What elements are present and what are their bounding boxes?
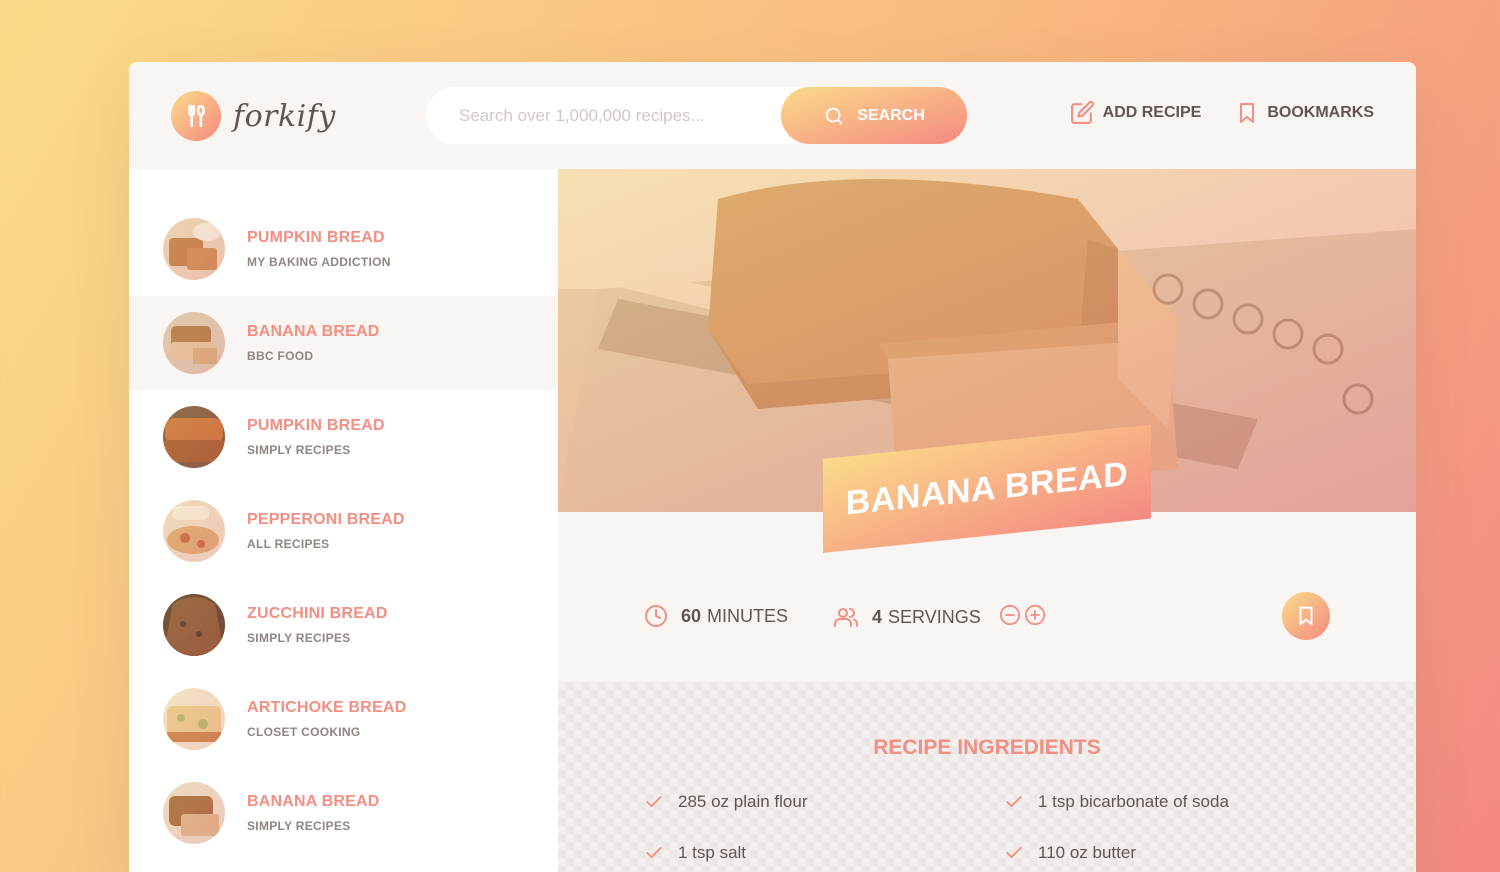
add-recipe-button[interactable]: Add recipe xyxy=(1070,100,1202,125)
result-text: Zucchini Bread Simply Recipes xyxy=(247,605,388,645)
ingredient-text: 1 tsp bicarbonate of soda xyxy=(1038,792,1229,811)
result-item-active[interactable]: Banana Bread BBC Food xyxy=(129,296,558,390)
result-title: Pepperoni Bread xyxy=(247,511,405,528)
result-item[interactable]: Zucchini Bread Simply Recipes xyxy=(129,578,558,672)
header: forkify Search Add recipe xyxy=(129,62,1416,169)
logo[interactable]: forkify xyxy=(171,91,336,141)
result-title: Zucchini Bread xyxy=(247,605,388,622)
decrease-servings-button[interactable] xyxy=(999,604,1021,630)
ingredient-text: 110 oz butter xyxy=(1038,843,1136,862)
search-button[interactable]: Search xyxy=(781,87,967,144)
recipe-thumbnail xyxy=(163,406,225,468)
result-text: Artichoke Bread Closet Cooking xyxy=(247,699,406,739)
recipe-info-servings: 4 servings xyxy=(833,604,1049,630)
logo-text: forkify xyxy=(233,98,336,134)
users-icon xyxy=(834,608,858,627)
bookmarks-label: Bookmarks xyxy=(1267,103,1374,121)
result-title: Banana Bread xyxy=(247,793,380,810)
ingredient-text: 285 oz plain flour xyxy=(678,792,808,811)
search-button-label: Search xyxy=(857,106,925,124)
result-text: Banana Bread BBC Food xyxy=(247,323,379,363)
result-publisher: All Recipes xyxy=(247,537,330,551)
recipe-thumbnail xyxy=(163,782,225,844)
bookmark-icon xyxy=(1299,606,1313,626)
ingredient-text: 1 tsp salt xyxy=(678,843,747,862)
result-publisher: Simply Recipes xyxy=(247,819,351,833)
recipe-thumbnail xyxy=(163,500,225,562)
minutes-value: 60 xyxy=(681,605,702,626)
result-text: Pumpkin Bread My Baking Addiction xyxy=(247,229,391,269)
servings-controls xyxy=(999,604,1049,630)
ingredients-heading: Recipe ingredients xyxy=(873,736,1101,759)
recipe-info-minutes: 60 minutes xyxy=(644,604,788,628)
servings-label: servings xyxy=(888,606,981,627)
result-item[interactable]: Pumpkin Bread Simply Recipes xyxy=(129,390,558,484)
check-icon xyxy=(646,847,662,859)
ingredient-item: 110 oz butter xyxy=(1004,843,1136,863)
search-icon xyxy=(825,107,843,124)
minus-circle-icon xyxy=(999,604,1020,626)
bookmark-icon xyxy=(1240,102,1255,123)
bookmark-recipe-button[interactable] xyxy=(1282,592,1330,640)
result-publisher: Simply Recipes xyxy=(247,443,351,457)
check-icon xyxy=(1006,847,1022,859)
servings-value: 4 xyxy=(872,606,883,627)
recipe-thumbnail xyxy=(163,594,225,656)
result-publisher: BBC Food xyxy=(247,349,314,363)
result-item[interactable]: Pumpkin Bread My Baking Addiction xyxy=(129,202,558,296)
result-publisher: Simply Recipes xyxy=(247,631,351,645)
result-text: Pumpkin Bread Simply Recipes xyxy=(247,417,385,457)
add-recipe-label: Add recipe xyxy=(1102,103,1202,121)
recipe-thumbnail xyxy=(163,688,225,750)
result-text: Pepperoni Bread All Recipes xyxy=(247,511,405,551)
nav: Add recipe Bookmarks xyxy=(1036,100,1374,125)
ingredient-item: 285 oz plain flour xyxy=(644,792,807,812)
search-form: Search xyxy=(426,87,967,144)
result-publisher: My Baking Addiction xyxy=(247,255,391,269)
app-window: forkify Search Add recipe xyxy=(129,62,1416,872)
result-title: Pumpkin Bread xyxy=(247,417,385,434)
search-input[interactable] xyxy=(459,105,799,126)
search-results: Pumpkin Bread My Baking Addiction Banana… xyxy=(129,169,558,872)
plus-circle-icon xyxy=(1024,604,1045,626)
result-item[interactable]: Artichoke Bread Closet Cooking xyxy=(129,672,558,766)
result-item[interactable]: Banana Bread Simply Recipes xyxy=(129,766,558,860)
result-title: Pumpkin Bread xyxy=(247,229,385,246)
result-title: Banana Bread xyxy=(247,323,380,340)
recipe-thumbnail xyxy=(163,218,225,280)
fork-spoon-icon xyxy=(171,91,221,141)
recipe-view: Banana Bread 60 minutes 4 servings xyxy=(558,169,1416,872)
edit-icon xyxy=(1070,100,1094,124)
minutes-label: minutes xyxy=(707,605,789,626)
recipe-details: 60 minutes 4 servings xyxy=(558,512,1416,682)
result-title: Artichoke Bread xyxy=(247,699,407,716)
recipe-thumbnail xyxy=(163,312,225,374)
clock-icon xyxy=(645,605,667,627)
result-item[interactable]: Pepperoni Bread All Recipes xyxy=(129,484,558,578)
recipe-ingredients: Recipe ingredients 285 oz plain flour 1 … xyxy=(558,682,1416,872)
check-icon xyxy=(646,796,662,808)
increase-servings-button[interactable] xyxy=(1024,604,1046,630)
ingredient-item: 1 tsp bicarbonate of soda xyxy=(1004,792,1229,812)
ingredient-item: 1 tsp salt xyxy=(644,843,746,863)
bookmarks-button[interactable]: Bookmarks xyxy=(1235,101,1374,125)
result-publisher: Closet Cooking xyxy=(247,725,361,739)
check-icon xyxy=(1006,796,1022,808)
result-text: Banana Bread Simply Recipes xyxy=(247,793,379,833)
